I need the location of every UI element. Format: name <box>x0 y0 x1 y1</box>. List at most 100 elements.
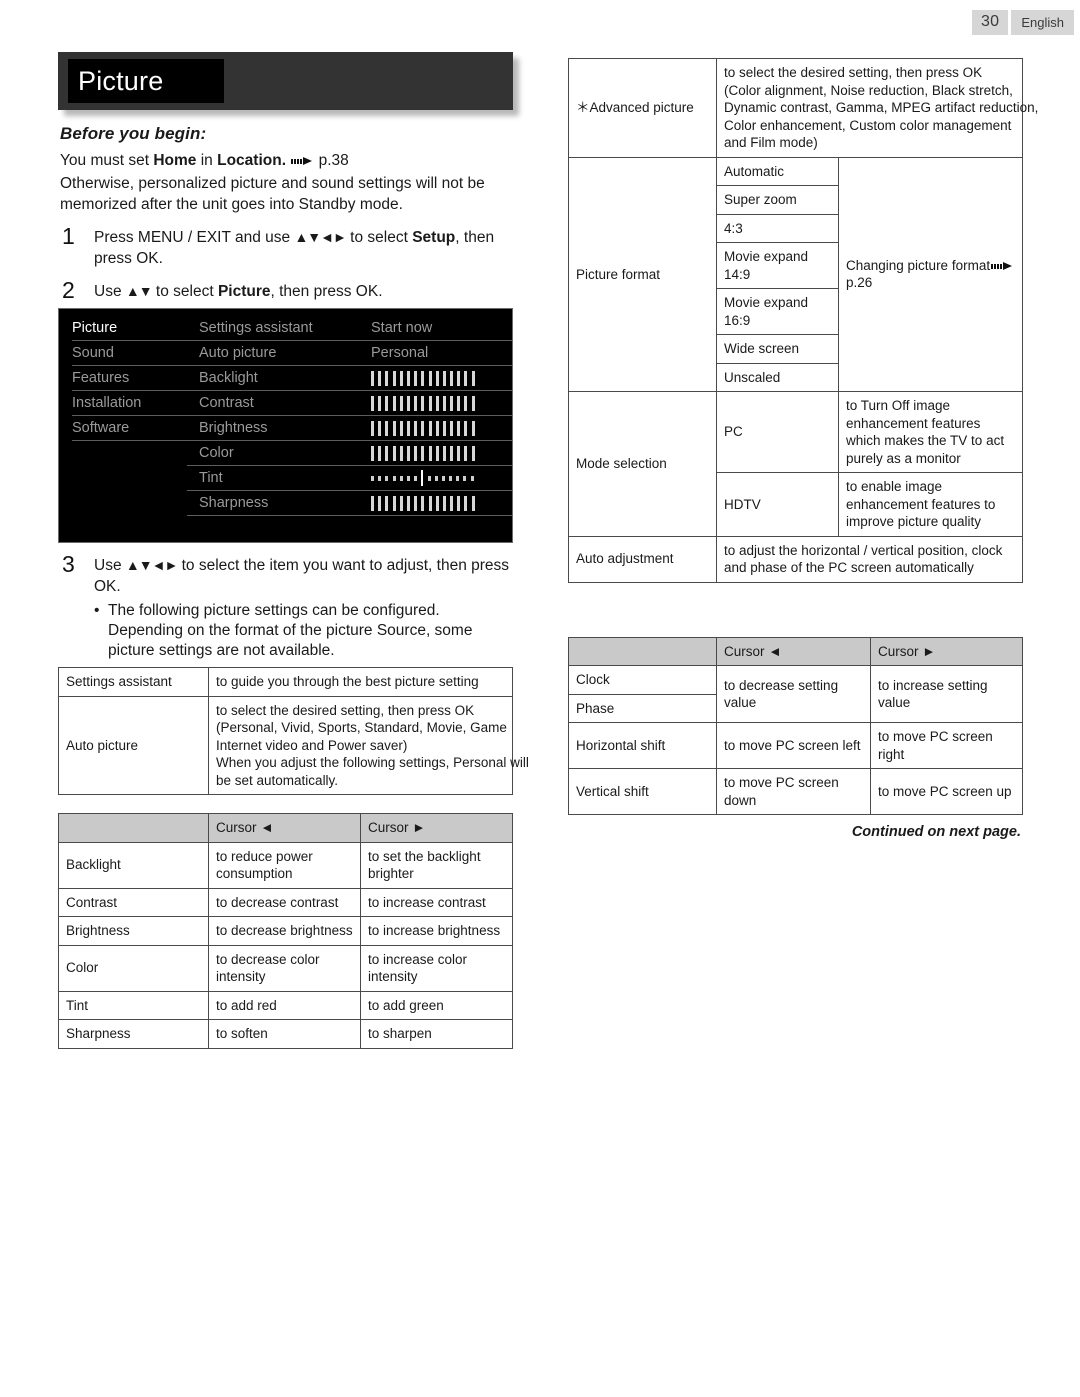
osd-setting-sharpness[interactable]: Sharpness <box>187 491 359 516</box>
row-key-settings-assistant: Settings assistant <box>58 667 209 697</box>
page-number: 30 <box>971 10 1009 35</box>
row-key-sharpness: Sharpness <box>58 1019 209 1049</box>
osd-menu-item-installation[interactable]: Installation <box>72 391 187 416</box>
section-banner: Picture <box>58 52 513 110</box>
step-3-body: Use ▲▼◄► to select the item you want to … <box>94 553 513 597</box>
picture-format-option-movie-expand-14-9: Movie expand 14:9 <box>716 242 839 289</box>
step-3-text-1: Use <box>94 557 126 574</box>
osd-menu-item-features[interactable]: Features <box>72 366 187 391</box>
settings-description-table: Settings assistant to guide you through … <box>58 667 529 795</box>
table-row: Tint to add red to add green <box>58 990 513 1020</box>
tint-slider[interactable] <box>371 466 474 490</box>
requirement-mid: in <box>196 152 218 169</box>
row-left-sharpness: to soften <box>208 1019 361 1049</box>
row-right-horizontal-shift: to move PC screen right <box>870 722 1023 769</box>
osd-setting-auto-picture[interactable]: Auto picture <box>187 341 359 366</box>
osd-value-sharpness-bar[interactable] <box>359 491 512 516</box>
osd-menu-item-software[interactable]: Software <box>72 416 187 441</box>
row-key-brightness: Brightness <box>58 916 209 946</box>
step-2-arrows: ▲▼ <box>125 283 153 299</box>
step-3-arrows: ▲▼◄► <box>125 557 178 573</box>
advanced-picture-line-3: Dynamic contrast, Gamma, MPEG artifact r… <box>724 100 1039 115</box>
standby-note: Otherwise, personalized picture and soun… <box>60 175 485 213</box>
brightness-slider[interactable] <box>371 416 475 440</box>
row-left-backlight: to reduce power consumption <box>208 841 361 889</box>
step-1-number: 1 <box>62 223 75 249</box>
step-2-bold: Picture <box>217 283 271 300</box>
osd-setting-tint[interactable]: Tint <box>187 466 359 491</box>
table-row: Brightness to decrease brightness to inc… <box>58 916 513 946</box>
page-ref-arrow-icon <box>991 261 1013 271</box>
table-row: Auto picture to select the desired setti… <box>58 695 529 795</box>
pc-cursor-header-right: Cursor ► <box>870 636 1023 666</box>
cursor-table-header-left: Cursor ◄ <box>208 813 361 843</box>
tv-osd-menu: Picture Sound Features Installation Soft… <box>58 308 513 543</box>
picture-format-option-wide-screen: Wide screen <box>716 334 839 364</box>
table-row: Mode selection PC to Turn Off image enha… <box>568 391 1023 537</box>
osd-menu-item-sound[interactable]: Sound <box>72 341 187 366</box>
backlight-slider[interactable] <box>371 366 475 390</box>
osd-value-tint-bar[interactable] <box>359 466 512 491</box>
osd-value-contrast-bar[interactable] <box>359 391 512 416</box>
osd-menu-item-picture[interactable]: Picture <box>72 316 187 341</box>
row-key-backlight: Backlight <box>58 841 209 889</box>
row-left-vertical-shift: to move PC screen down <box>716 768 871 815</box>
table-header-row: Cursor ◄ Cursor ► <box>58 813 513 843</box>
sharpness-slider[interactable] <box>371 491 475 515</box>
osd-setting-brightness[interactable]: Brightness <box>187 416 359 441</box>
contrast-slider[interactable] <box>371 391 475 415</box>
row-right-sharpness: to sharpen <box>360 1019 513 1049</box>
table-row: Sharpness to soften to sharpen <box>58 1019 513 1049</box>
osd-value-start-now[interactable]: Start now <box>359 316 512 341</box>
section-banner-box: Picture <box>68 59 224 103</box>
step-3-number: 3 <box>62 551 75 577</box>
row-left-clock-phase: to decrease setting value <box>716 665 871 723</box>
picture-format-option-4-3: 4:3 <box>716 213 839 243</box>
language-label: English <box>1011 10 1074 35</box>
row-left-contrast: to decrease contrast <box>208 887 361 917</box>
osd-value-color-bar[interactable] <box>359 441 512 466</box>
step-2-body: Use ▲▼ to select Picture, then press OK. <box>94 279 513 302</box>
cursor-table-header-blank <box>58 813 209 843</box>
row-left-tint: to add red <box>208 990 361 1020</box>
requirement-prefix: You must set <box>60 152 154 169</box>
table-row: Picture format Automatic Changing pictur… <box>568 156 1023 392</box>
step-2-text-1: Use <box>94 283 126 300</box>
manual-page: 30 English Picture Before you begin: You… <box>0 0 1080 1397</box>
picture-format-option-movie-expand-16-9: Movie expand 16:9 <box>716 288 839 335</box>
osd-value-backlight-bar[interactable] <box>359 366 512 391</box>
osd-value-personal[interactable]: Personal <box>359 341 512 366</box>
osd-settings-column: Settings assistant Auto picture Backligh… <box>187 316 359 542</box>
table-row: ＊Advanced picture to select the desired … <box>568 58 1039 158</box>
mode-selection-option-hdtv: HDTV <box>716 472 839 537</box>
osd-value-brightness-bar[interactable] <box>359 416 512 441</box>
picture-format-option-super-zoom: Super zoom <box>716 185 839 215</box>
mode-selection-desc-hdtv: to enable image enhancement features to … <box>838 472 1023 537</box>
osd-setting-backlight[interactable]: Backlight <box>187 366 359 391</box>
osd-setting-color[interactable]: Color <box>187 441 359 466</box>
osd-setting-settings-assistant[interactable]: Settings assistant <box>187 316 359 341</box>
step-2: 2 Use ▲▼ to select Picture, then press O… <box>60 279 513 302</box>
table-row: Vertical shift to move PC screen down to… <box>568 768 1023 815</box>
picture-format-note-page-ref: p.26 <box>846 275 873 291</box>
right-column: ＊Advanced picture to select the desired … <box>568 56 1039 840</box>
step-2-number: 2 <box>62 277 75 303</box>
table-spacer <box>58 795 513 811</box>
table-row: Clock to decrease setting value to incre… <box>568 665 1023 723</box>
color-slider[interactable] <box>371 441 475 465</box>
auto-picture-line-4: When you adjust the following settings, … <box>216 755 529 770</box>
bullet-dot-icon: • <box>94 602 100 619</box>
row-left-color: to decrease color intensity <box>208 944 361 992</box>
row-right-tint: to add green <box>360 990 513 1020</box>
step-1-body: Press MENU / EXIT and use ▲▼◄► to select… <box>94 225 513 269</box>
osd-setting-contrast[interactable]: Contrast <box>187 391 359 416</box>
row-desc-settings-assistant: to guide you through the best picture se… <box>208 667 513 697</box>
table-row: Horizontal shift to move PC screen left … <box>568 722 1023 769</box>
row-key-picture-format: Picture format <box>568 156 717 392</box>
row-right-backlight: to set the backlight brighter <box>360 841 513 889</box>
picture-format-option-unscaled: Unscaled <box>716 362 839 392</box>
table-row: Settings assistant to guide you through … <box>58 667 513 697</box>
cursor-table-header-right: Cursor ► <box>360 813 513 843</box>
table-row: Auto adjustment to adjust the horizontal… <box>568 535 1023 583</box>
advanced-picture-line-1: to select the desired setting, then pres… <box>724 65 983 80</box>
